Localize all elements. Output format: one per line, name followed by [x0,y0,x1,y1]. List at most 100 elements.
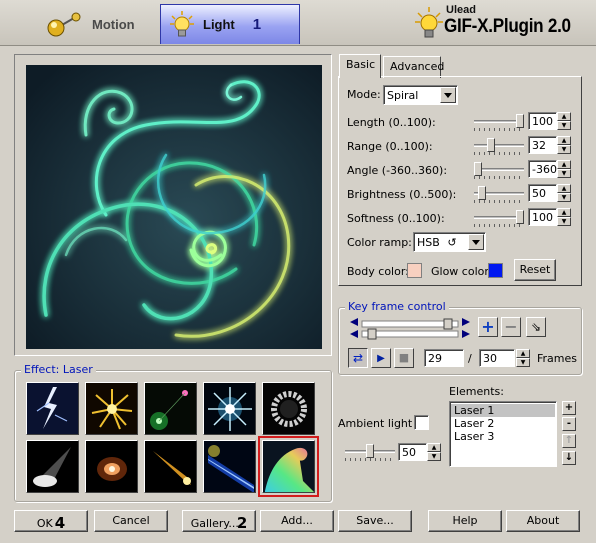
ambient-light-checkbox[interactable] [414,415,429,430]
ambient-stepper[interactable]: ▲ ▼ [427,443,441,461]
list-item[interactable]: Laser 1 [451,404,555,417]
tab-motion-label: Motion [92,16,135,32]
param-stepper[interactable]: ▲ ▼ [557,208,571,226]
move-up-button[interactable]: ↑ [562,434,576,448]
tab-motion[interactable]: Motion [36,4,158,44]
stepper-up-icon[interactable]: ▲ [557,208,571,217]
cancel-button[interactable]: Cancel [94,510,168,532]
effect-thumb-spiral-laser[interactable] [258,436,319,497]
elements-list[interactable]: Laser 1 Laser 2 Laser 3 [449,401,557,467]
total-frames-value[interactable]: 30 [479,349,515,367]
slider-knob[interactable] [516,210,524,224]
slider-ticks [345,458,395,461]
ambient-light-spin[interactable]: 50 ▲ ▼ [398,443,442,461]
reverse-keyframe-button[interactable]: ⇘ [526,317,546,337]
slider-knob[interactable] [487,138,495,152]
param-value[interactable]: -360 [528,160,557,178]
stepper-down-icon[interactable]: ▼ [557,145,571,154]
stepper-down-icon[interactable]: ▼ [427,452,441,461]
param-spin[interactable]: 32 ▲ ▼ [528,136,572,154]
glow-color-swatch[interactable] [488,263,503,278]
tab-basic[interactable]: Basic [339,54,381,78]
effect-thumb-starburst[interactable] [203,382,256,435]
list-item[interactable]: Laser 3 [451,430,555,443]
keyframe-timeline[interactable] [348,318,472,340]
slider-knob[interactable] [516,114,524,128]
ok-button[interactable]: OK 4 [14,510,88,532]
stepper-down-icon[interactable]: ▼ [557,217,571,226]
param-slider[interactable] [474,138,524,155]
about-button[interactable]: About [506,510,580,532]
param-stepper[interactable]: ▲ ▼ [557,160,571,178]
param-spin[interactable]: 100 ▲ ▼ [528,112,572,130]
param-stepper[interactable]: ▲ ▼ [557,184,571,202]
effect-thumb-comet[interactable] [144,440,197,493]
param-spin[interactable]: -360 ▲ ▼ [528,160,572,178]
param-value[interactable]: 100 [528,208,557,226]
stepper-down-icon[interactable]: ▼ [557,193,571,202]
remove-keyframe-button[interactable]: − [501,317,521,337]
param-value[interactable]: 32 [528,136,557,154]
color-ramp-select[interactable]: HSB ↺ [413,232,486,252]
stepper-up-icon[interactable]: ▲ [516,349,530,358]
effect-thumb-orange-glow[interactable] [85,440,138,493]
slider-ticks [474,200,524,203]
remove-element-button[interactable]: - [562,417,576,431]
effect-thumb-lightning[interactable] [26,382,79,435]
effect-thumb-spotlight[interactable] [26,440,79,493]
play-button[interactable]: ▶ [371,348,391,368]
slider-knob[interactable] [478,186,486,200]
loop-toggle[interactable]: ⇄ [348,348,368,368]
stepper-up-icon[interactable]: ▲ [557,112,571,121]
effect-thumb-fireworks[interactable] [85,382,138,435]
tab-advanced[interactable]: Advanced [383,56,444,78]
stepper-up-icon[interactable]: ▲ [427,443,441,452]
stepper-up-icon[interactable]: ▲ [557,160,571,169]
reset-button[interactable]: Reset [514,259,556,281]
ambient-light-slider[interactable] [345,444,395,461]
effect-thumb-blue-beam[interactable] [203,440,256,493]
param-spin[interactable]: 50 ▲ ▼ [528,184,572,202]
param-stepper[interactable]: ▲ ▼ [557,136,571,154]
param-slider[interactable] [474,186,524,203]
list-item[interactable]: Laser 2 [451,417,555,430]
move-down-button[interactable]: ↓ [562,451,576,465]
slider-ticks [474,152,524,155]
stepper-up-icon[interactable]: ▲ [557,184,571,193]
param-spin[interactable]: 100 ▲ ▼ [528,208,572,226]
current-frame-field[interactable]: 29 [424,349,464,367]
total-frames-stepper[interactable]: ▲ ▼ [516,349,530,367]
stepper-down-icon[interactable]: ▼ [516,358,530,367]
stepper-up-icon[interactable]: ▲ [557,136,571,145]
param-slider[interactable] [474,114,524,131]
help-button[interactable]: Help [428,510,502,532]
effect-thumb-ring-glow[interactable] [262,382,315,435]
save-button[interactable]: Save... [338,510,412,532]
param-value[interactable]: 50 [528,184,557,202]
param-slider[interactable] [474,162,524,179]
stepper-down-icon[interactable]: ▼ [557,121,571,130]
effect-thumb-lens-flare[interactable] [144,382,197,435]
body-color-swatch[interactable] [407,263,422,278]
tab-light[interactable]: Light 1 [160,4,300,44]
slider-knob[interactable] [474,162,482,176]
mode-label: Mode: [347,88,381,101]
add-button[interactable]: Add... [260,510,334,532]
ambient-light-value[interactable]: 50 [398,443,427,461]
mode-select[interactable]: Spiral [383,85,458,105]
stepper-down-icon[interactable]: ▼ [557,169,571,178]
add-keyframe-button[interactable]: + [478,317,498,337]
current-frame-value[interactable]: 29 [424,349,464,367]
stop-button[interactable]: ■ [394,348,414,368]
slider-knob[interactable] [366,444,374,458]
param-stepper[interactable]: ▲ ▼ [557,112,571,130]
slider-ticks [474,224,524,227]
gallery-button[interactable]: Gallery...2 [182,510,256,532]
param-slider[interactable] [474,210,524,227]
blue-beam-icon [204,441,255,492]
total-frames-spin[interactable]: 30 ▲ ▼ [479,349,531,367]
color-ramp-label: Color ramp: [347,236,412,249]
add-element-button[interactable]: + [562,401,576,415]
elements-label: Elements: [449,385,504,398]
param-value[interactable]: 100 [528,112,557,130]
